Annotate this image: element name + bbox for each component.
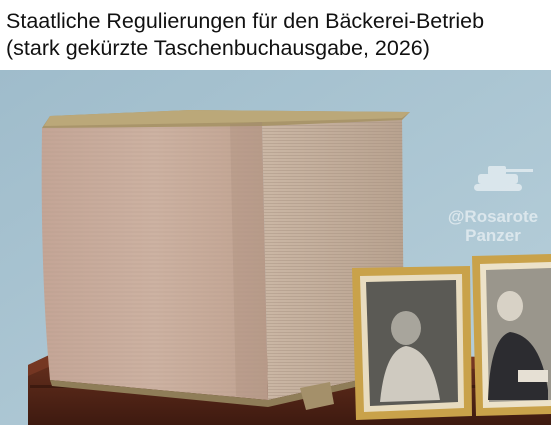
meme-caption: Staatliche Regulierungen für den Bäckere… <box>6 8 551 62</box>
photo-frame-left <box>352 266 472 420</box>
watermark-line-1: @Rosarote <box>448 207 538 226</box>
caption-line-2: (stark gekürzte Taschenbuchausgabe, 2026… <box>6 36 430 60</box>
photo-frame-right <box>472 254 551 416</box>
meme-photo: @Rosarote Panzer <box>0 70 551 425</box>
caption-line-1: Staatliche Regulierungen für den Bäckere… <box>6 9 485 33</box>
watermark-line-2: Panzer <box>465 226 521 245</box>
photo-illustration: @Rosarote Panzer <box>0 70 551 425</box>
